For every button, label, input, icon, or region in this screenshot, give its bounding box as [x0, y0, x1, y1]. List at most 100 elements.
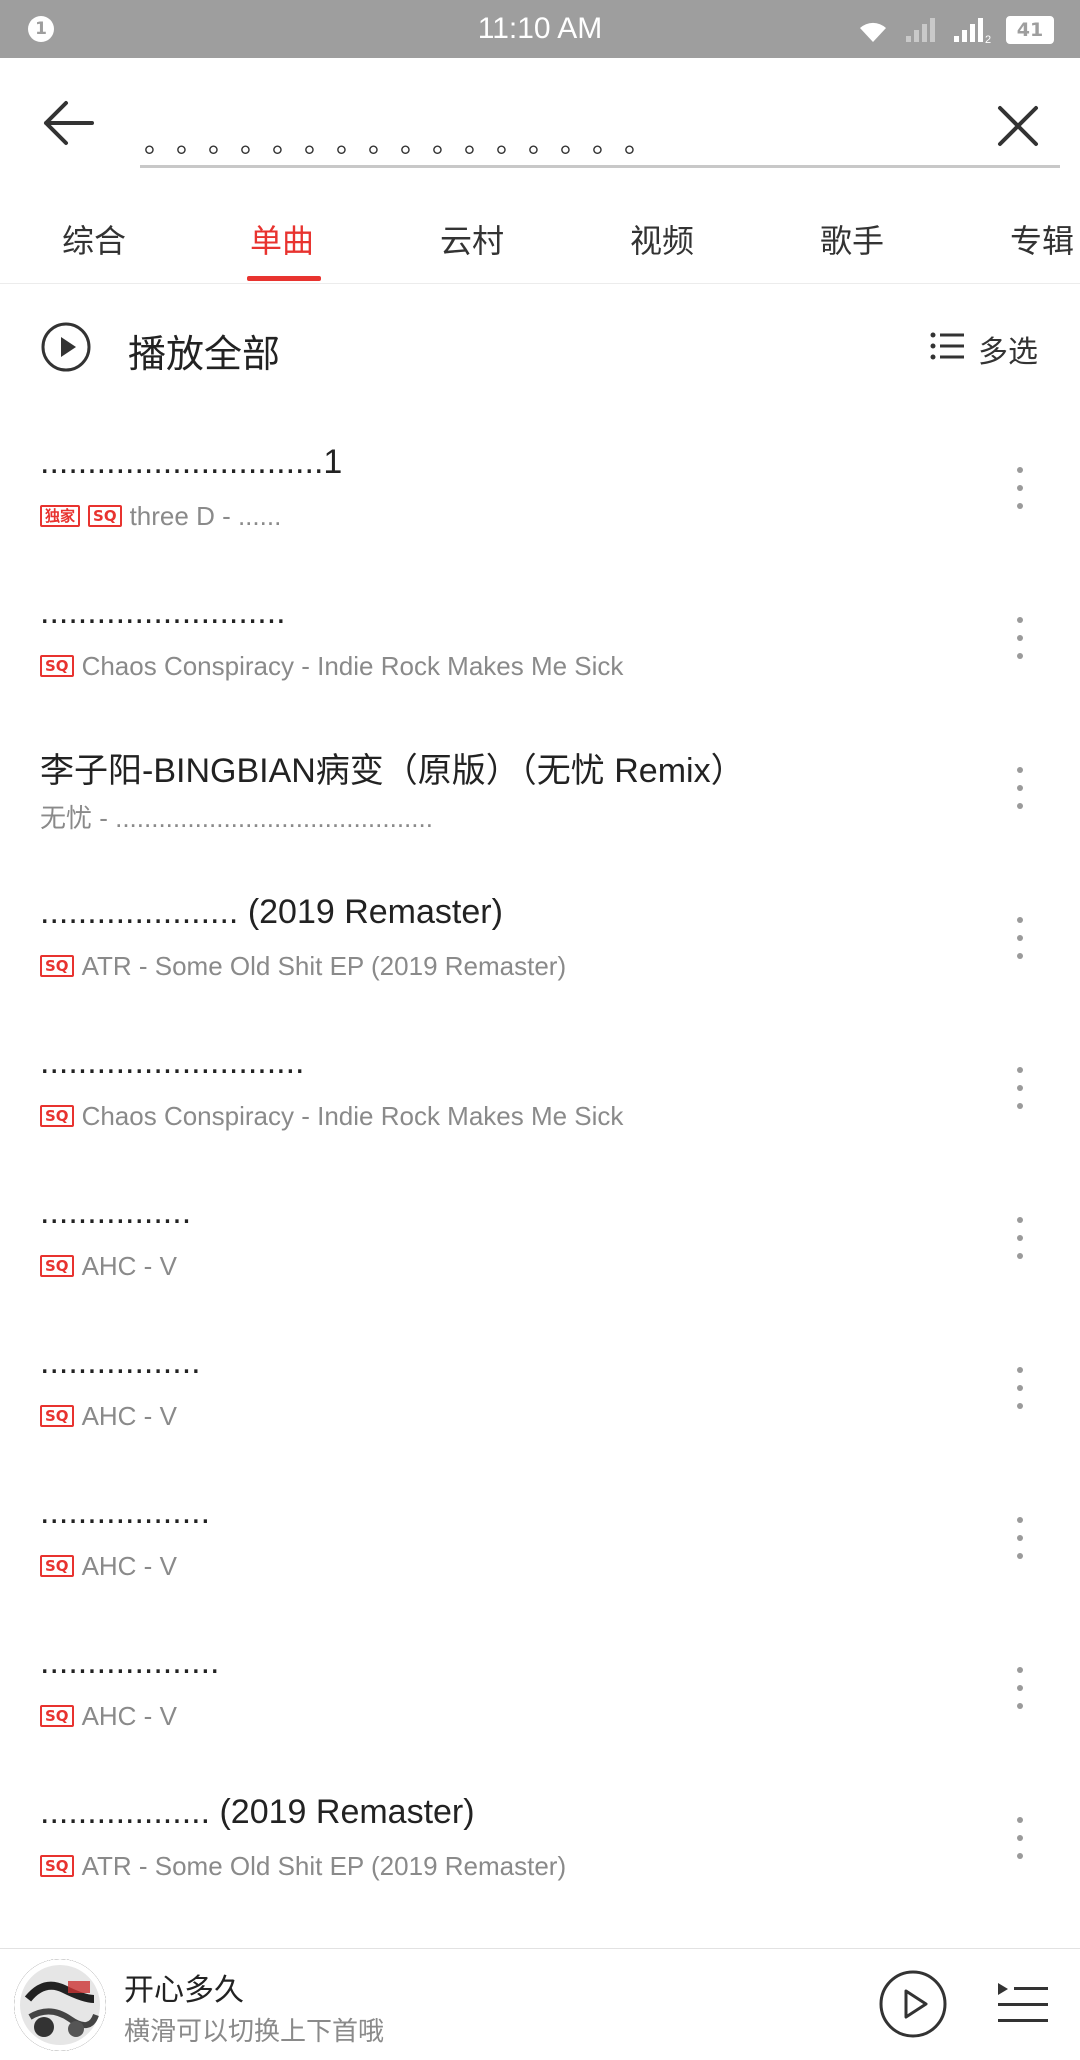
play-circle-icon [41, 322, 91, 372]
song-row[interactable]: ................... SQ AHC - V [0, 1611, 1080, 1761]
song-artist-album: ATR - Some Old Shit EP (2019 Remaster) [81, 950, 567, 981]
song-row[interactable]: 李子阳-BINGBIAN病变（原版）（无忧 Remix） 无忧 - .......… [0, 711, 1080, 861]
more-options-icon[interactable] [1000, 463, 1040, 513]
now-playing-title: 开心多久 [124, 1973, 244, 2008]
sq-badge: SQ [40, 1255, 74, 1277]
song-meta: 独家 SQ three D - ...... [40, 501, 281, 531]
song-row[interactable]: ..............................1 独家 SQ three… [0, 411, 1080, 561]
song-artist-album: 无忧 - ...................................… [40, 802, 433, 833]
more-dot [1017, 635, 1023, 641]
song-title: ................... [40, 1643, 220, 1681]
song-title: ............................ [40, 1043, 305, 1081]
tab-albums[interactable]: 专辑 [1010, 216, 1074, 262]
back-button[interactable] [36, 93, 106, 153]
song-title: .................. [40, 1493, 211, 1531]
sq-badge: SQ [40, 1555, 74, 1577]
song-row[interactable]: ..................... (2019 Remaster) SQ A… [0, 861, 1080, 1011]
status-bar: 1 11:10 AM 2 41 [0, 0, 1080, 58]
sim-index: 2 [985, 34, 991, 44]
play-all-button[interactable] [40, 321, 92, 373]
song-meta: SQ AHC - V [40, 1701, 177, 1731]
song-row[interactable]: ............................ SQ Chaos Cons… [0, 1011, 1080, 1161]
more-options-icon[interactable] [1000, 1363, 1040, 1413]
more-options-icon[interactable] [1000, 613, 1040, 663]
tab-cloud-village[interactable]: 云村 [440, 216, 504, 262]
more-dot [1017, 935, 1023, 941]
song-meta: 无忧 - ...................................… [40, 801, 433, 833]
song-row[interactable]: .......................... SQ Chaos Conspi… [0, 561, 1080, 711]
song-title: ................. [40, 1343, 201, 1381]
sq-badge: SQ [88, 505, 122, 527]
song-meta: SQ AHC - V [40, 1401, 177, 1431]
playlist-icon [998, 1983, 1048, 2022]
song-row[interactable]: ................ SQ AHC - V [0, 1161, 1080, 1311]
signal-icon: 2 [954, 18, 991, 44]
sq-badge: SQ [40, 1405, 74, 1427]
status-icons: 2 41 [856, 12, 1054, 48]
play-all-label[interactable]: 播放全部 [128, 323, 280, 378]
more-dot [1017, 1817, 1023, 1823]
play-all-row: 播放全部 多选 [0, 285, 1080, 411]
more-dot [1017, 485, 1023, 491]
now-playing-hint: 横滑可以切换上下首哦 [124, 2017, 385, 2047]
search-header: 。。。。。。。。。。。。。。。。 [0, 58, 1080, 198]
more-options-icon[interactable] [1000, 1063, 1040, 1113]
mini-play-button[interactable] [878, 1969, 948, 2039]
multi-select-label[interactable]: 多选 [978, 327, 1038, 371]
tab-videos[interactable]: 视频 [630, 216, 694, 262]
active-tab-indicator [247, 276, 321, 281]
song-artist-album: AHC - V [81, 1400, 177, 1431]
wifi-icon [860, 22, 886, 42]
more-dot [1017, 653, 1023, 659]
song-meta: SQ AHC - V [40, 1251, 177, 1281]
song-artist-album: Chaos Conspiracy - Indie Rock Makes Me S… [81, 650, 624, 681]
more-dot [1017, 1703, 1023, 1709]
song-row[interactable]: .................. SQ AHC - V [0, 1461, 1080, 1611]
multi-select-button[interactable] [930, 331, 964, 361]
tab-comprehensive[interactable]: 综合 [62, 216, 126, 262]
more-dot [1017, 953, 1023, 959]
song-artist-album: ATR - Some Old Shit EP (2019 Remaster) [81, 1850, 567, 1881]
tab-artists[interactable]: 歌手 [820, 216, 884, 262]
more-dot [1017, 467, 1023, 473]
more-options-icon[interactable] [1000, 913, 1040, 963]
album-art [14, 1959, 106, 2051]
more-options-icon[interactable] [1000, 1813, 1040, 1863]
song-meta: SQ AHC - V [40, 1551, 177, 1581]
more-dot [1017, 1685, 1023, 1691]
more-dot [1017, 1667, 1023, 1673]
song-row[interactable]: ................. SQ AHC - V [0, 1311, 1080, 1461]
sq-badge: SQ [40, 1705, 74, 1727]
song-meta: SQ Chaos Conspiracy - Indie Rock Makes Me… [40, 651, 623, 681]
more-options-icon[interactable] [1000, 1513, 1040, 1563]
more-dot [1017, 1235, 1023, 1241]
close-icon [998, 106, 1038, 146]
song-artist-album: three D - ...... [129, 500, 282, 531]
song-artist-album: AHC - V [81, 1550, 177, 1581]
more-dot [1017, 1403, 1023, 1409]
album-cover[interactable] [14, 1959, 106, 2051]
more-dot [1017, 1535, 1023, 1541]
song-row[interactable]: .................. (2019 Remaster) SQ ATR … [0, 1761, 1080, 1911]
search-input[interactable]: 。。。。。。。。。。。。。。。。 [140, 98, 1060, 168]
song-title: ................ [40, 1193, 192, 1231]
more-options-icon[interactable] [1000, 1663, 1040, 1713]
tab-songs[interactable]: 单曲 [250, 216, 314, 262]
more-dot [1017, 617, 1023, 623]
song-meta: SQ Chaos Conspiracy - Indie Rock Makes Me… [40, 1101, 623, 1131]
song-meta: SQ ATR - Some Old Shit EP (2019 Remaster) [40, 951, 566, 981]
more-dot [1017, 1517, 1023, 1523]
playlist-button[interactable] [994, 1981, 1050, 2029]
sq-badge: SQ [40, 1855, 74, 1877]
more-options-icon[interactable] [1000, 763, 1040, 813]
more-dot [1017, 785, 1023, 791]
list-icon [930, 332, 964, 360]
more-options-icon[interactable] [1000, 1213, 1040, 1263]
song-artist-album: AHC - V [81, 1250, 177, 1281]
clear-search-button[interactable] [990, 98, 1046, 154]
more-dot [1017, 917, 1023, 923]
more-dot [1017, 767, 1023, 773]
more-dot [1017, 1067, 1023, 1073]
mini-player[interactable]: 开心多久 横滑可以切换上下首哦 [0, 1948, 1080, 2060]
song-title: 李子阳-BINGBIAN病变（原版）（无忧 Remix） [40, 752, 745, 790]
